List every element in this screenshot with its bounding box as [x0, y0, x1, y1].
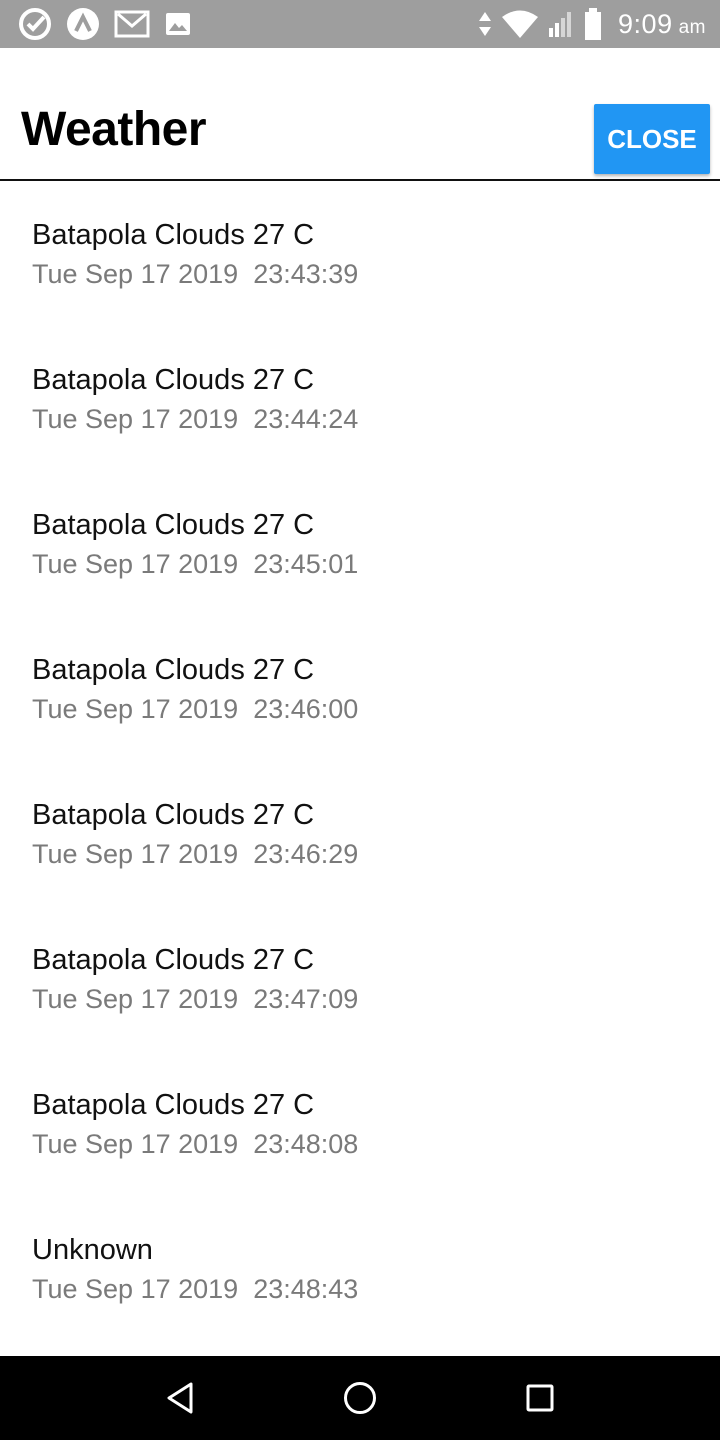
back-icon: [167, 1382, 193, 1414]
list-item-timestamp: Tue Sep 17 2019 23:45:01: [32, 548, 358, 580]
check-circle-icon: [19, 8, 51, 40]
status-bar: 9:09 am: [0, 0, 720, 48]
list-item-date: Tue Sep 17 2019: [32, 839, 239, 869]
image-icon: [166, 13, 190, 35]
list-item-title: Batapola Clouds 27 C: [32, 1089, 315, 1121]
list-item-title: Batapola Clouds 27 C: [32, 509, 315, 541]
recents-icon: [526, 1384, 554, 1412]
app-header: Weather CLOSE: [0, 48, 720, 181]
clock-ampm: am: [678, 16, 706, 38]
notification-icons: [18, 7, 192, 41]
list-item-timestamp: Tue Sep 17 2019 23:48:43: [32, 1273, 358, 1305]
system-icons: 9:09 am: [478, 5, 706, 43]
list-item-date: Tue Sep 17 2019: [32, 694, 239, 724]
list-item[interactable]: Batapola Clouds 27 C Tue Sep 17 2019 23:…: [0, 906, 720, 1051]
list-item[interactable]: Unknown Tue Sep 17 2019 23:48:43: [0, 1196, 720, 1341]
page-title: Weather: [21, 103, 207, 156]
list-item-time: 23:48:08: [253, 1129, 359, 1159]
home-icon: [344, 1382, 376, 1414]
clock-time: 9:09: [618, 8, 673, 39]
list-item-timestamp: Tue Sep 17 2019 23:43:39: [32, 258, 358, 290]
list-item[interactable]: Batapola Clouds 27 C Tue Sep 17 2019 23:…: [0, 471, 720, 616]
list-item-timestamp: Tue Sep 17 2019 23:46:29: [32, 838, 358, 870]
list-item[interactable]: Batapola Clouds 27 C Tue Sep 17 2019 23:…: [0, 761, 720, 906]
list-item-timestamp: Tue Sep 17 2019 23:46:00: [32, 693, 358, 725]
back-button[interactable]: [158, 1376, 202, 1420]
list-item-time: 23:44:24: [253, 404, 359, 434]
list-item-date: Tue Sep 17 2019: [32, 404, 239, 434]
battery-icon: [585, 8, 602, 40]
list-item-title: Unknown: [32, 1234, 153, 1266]
list-item-date: Tue Sep 17 2019: [32, 1274, 239, 1304]
list-item[interactable]: Batapola Clouds 27 C Tue Sep 17 2019 23:…: [0, 181, 720, 326]
close-button[interactable]: CLOSE: [594, 104, 710, 174]
list-item-time: 23:46:29: [253, 839, 359, 869]
list-item-date: Tue Sep 17 2019: [32, 549, 239, 579]
signal-icon: [549, 12, 572, 37]
list-item-title: Batapola Clouds 27 C: [32, 364, 315, 396]
list-item-date: Tue Sep 17 2019: [32, 984, 239, 1014]
list-item-time: 23:47:09: [253, 984, 359, 1014]
list-item-timestamp: Tue Sep 17 2019 23:48:08: [32, 1128, 358, 1160]
list-item-title: Batapola Clouds 27 C: [32, 654, 315, 686]
navigation-bar: [0, 1356, 720, 1440]
clock: 9:09 am: [618, 9, 706, 40]
list-item[interactable]: Batapola Clouds 27 C Tue Sep 17 2019 23:…: [0, 616, 720, 761]
list-item-title: Batapola Clouds 27 C: [32, 219, 315, 251]
list-item[interactable]: Batapola Clouds 27 C Tue Sep 17 2019 23:…: [0, 1051, 720, 1196]
list-item-date: Tue Sep 17 2019: [32, 259, 239, 289]
gmail-icon: [114, 10, 150, 38]
list-item-title: Batapola Clouds 27 C: [32, 799, 315, 831]
list-item[interactable]: Batapola Clouds 27 C Tue Sep 17 2019 23:…: [0, 326, 720, 471]
data-arrows-icon: [479, 12, 492, 36]
list-item-title: Batapola Clouds 27 C: [32, 944, 315, 976]
list-item-time: 23:45:01: [253, 549, 359, 579]
list-item-time: 23:48:43: [253, 1274, 359, 1304]
list-item-time: 23:43:39: [253, 259, 359, 289]
app-a-icon: [67, 8, 99, 40]
list-item-timestamp: Tue Sep 17 2019 23:44:24: [32, 403, 358, 435]
list-item-time: 23:46:00: [253, 694, 359, 724]
home-button[interactable]: [338, 1376, 382, 1420]
weather-history-list: Batapola Clouds 27 C Tue Sep 17 2019 23:…: [0, 181, 720, 1341]
list-item-timestamp: Tue Sep 17 2019 23:47:09: [32, 983, 358, 1015]
wifi-icon: [502, 10, 539, 38]
recents-button[interactable]: [518, 1376, 562, 1420]
list-item-date: Tue Sep 17 2019: [32, 1129, 239, 1159]
